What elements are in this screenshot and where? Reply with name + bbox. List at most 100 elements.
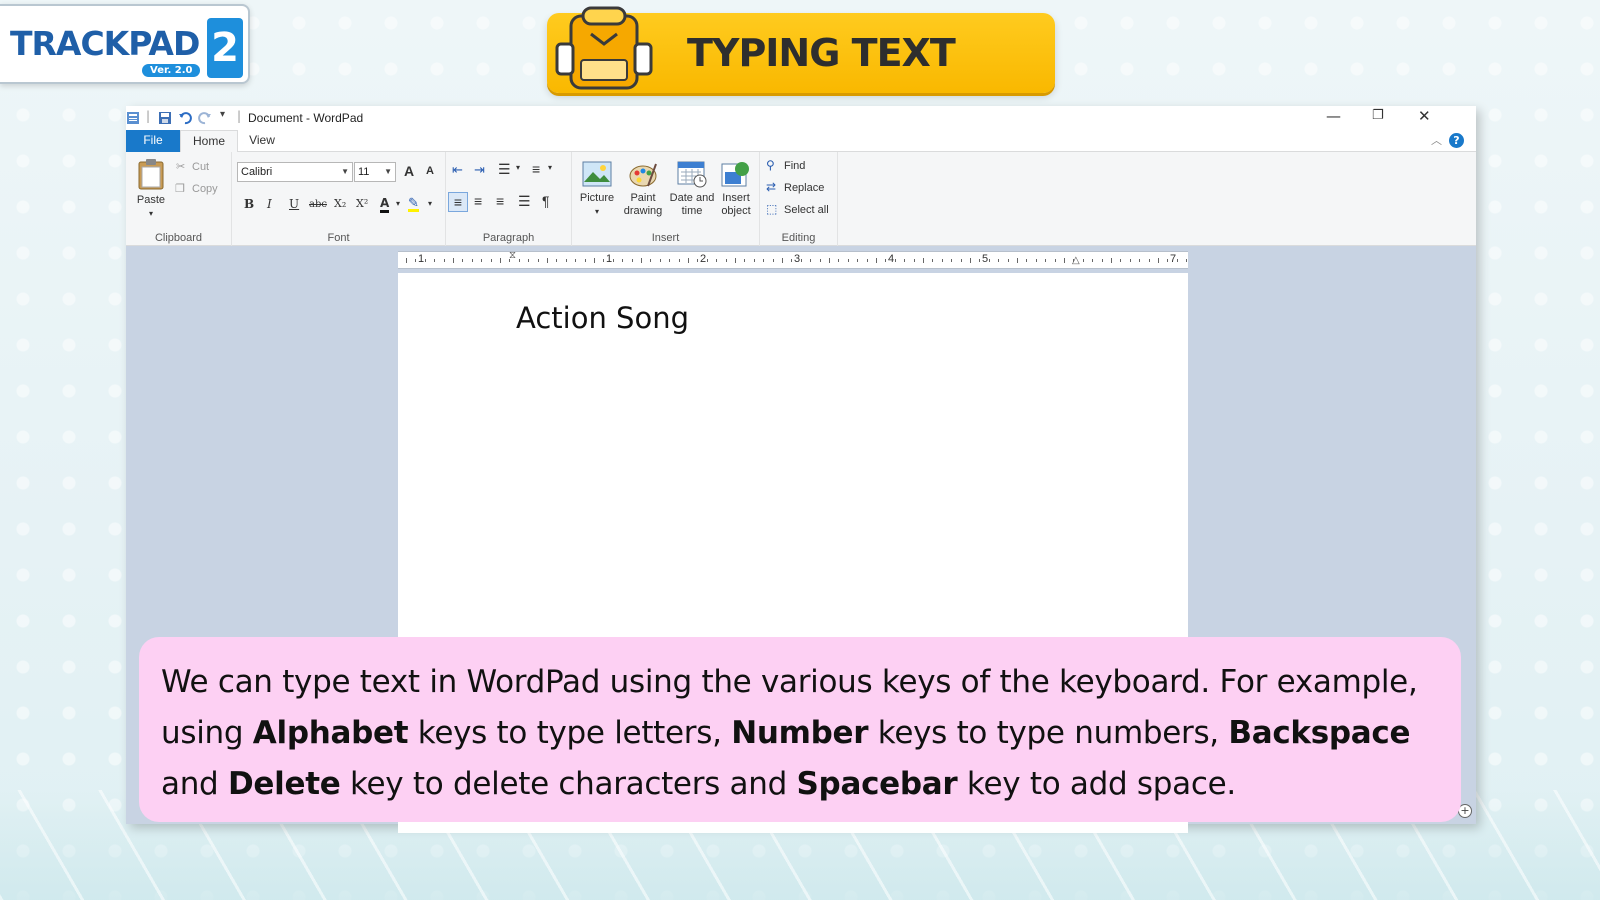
ruler-tick — [913, 259, 915, 262]
ruler-tick — [584, 259, 586, 262]
date-time-label-1: Date and — [669, 192, 715, 204]
font-size-select[interactable]: 11 ▼ — [354, 162, 396, 182]
bullets-dropdown-icon[interactable]: ▾ — [516, 163, 520, 172]
paragraph-settings-icon[interactable]: ¶ — [542, 193, 550, 209]
minimize-button[interactable]: — — [1326, 107, 1341, 125]
logo-version: Ver. 2.0 — [142, 64, 201, 77]
bold-button[interactable]: B — [244, 197, 254, 211]
ruler-tick — [904, 259, 906, 262]
customize-qa-icon[interactable]: ▾ — [220, 109, 225, 120]
replace-icon[interactable]: ⇄ — [766, 180, 776, 194]
ruler-tick — [424, 259, 426, 262]
tab-view[interactable]: View — [240, 130, 284, 152]
caption-bold-number: Number — [731, 715, 869, 751]
date-time-button[interactable]: Date and time — [668, 160, 716, 218]
ruler-tick — [1017, 258, 1018, 263]
replace-button[interactable]: Replace — [784, 182, 824, 194]
copy-icon[interactable]: ❐ — [175, 182, 185, 195]
justify-icon[interactable]: ☰ — [518, 193, 531, 210]
ruler-tick — [847, 259, 849, 262]
undo-icon[interactable] — [178, 111, 192, 125]
paint-drawing-button[interactable]: Paint drawing — [620, 160, 666, 218]
align-right-icon[interactable]: ≡ — [496, 193, 504, 209]
collapse-ribbon-icon[interactable]: ︿ — [1431, 132, 1442, 148]
tab-home[interactable]: Home — [180, 130, 238, 152]
insert-group: Picture ▾ Paint drawing Date and time In… — [572, 152, 760, 246]
underline-button[interactable]: U — [289, 197, 299, 211]
cut-icon[interactable]: ✂ — [176, 160, 185, 173]
ruler-tick — [509, 259, 511, 262]
logo-text: TRACKPAD — [10, 24, 200, 63]
ruler-tick — [829, 258, 830, 263]
ruler-tick — [735, 258, 736, 263]
increase-indent-icon[interactable]: ⇥ — [474, 162, 485, 178]
qa-separator: | — [146, 109, 151, 123]
text-color-dropdown-icon[interactable]: ▾ — [396, 199, 400, 208]
paragraph-group-label: Paragraph — [482, 232, 535, 244]
document-text[interactable]: Action Song — [516, 301, 689, 335]
text-color-button[interactable]: A — [380, 197, 390, 213]
ruler-tick — [932, 259, 934, 262]
paint-drawing-label-1: Paint — [630, 192, 656, 204]
font-family-select[interactable]: Calibri ▼ — [237, 162, 353, 182]
paste-dropdown-icon[interactable]: ▾ — [134, 207, 168, 220]
align-left-icon[interactable]: ≡ — [448, 192, 468, 212]
copy-label[interactable]: Copy — [192, 183, 218, 195]
strikethrough-button[interactable]: abc — [309, 199, 327, 210]
highlight-dropdown-icon[interactable]: ▾ — [428, 199, 432, 208]
ruler-tick — [659, 259, 661, 262]
close-button[interactable]: ✕ — [1418, 107, 1431, 125]
wordpad-app-icon[interactable] — [126, 111, 140, 125]
italic-button[interactable]: I — [267, 197, 272, 211]
ruler-tick — [1045, 259, 1047, 262]
ruler-tick — [1007, 259, 1009, 262]
find-icon[interactable]: ⚲ — [766, 158, 775, 172]
select-all-icon[interactable]: ⬚ — [766, 202, 777, 216]
insert-object-label-2: object — [721, 205, 751, 217]
ruler-number: 5 — [982, 253, 989, 265]
line-spacing-dropdown-icon[interactable]: ▾ — [548, 163, 552, 172]
font-size-value: 11 — [358, 166, 370, 178]
ruler-tick — [565, 259, 567, 262]
ribbon-tabs: File Home View ︿ ? — [126, 130, 1476, 152]
picture-button[interactable]: Picture ▾ — [576, 160, 618, 218]
ruler-tick — [1120, 259, 1122, 262]
calendar-clock-icon — [677, 161, 707, 188]
ruler-tick — [998, 259, 1000, 262]
ruler-tick — [415, 259, 417, 262]
ruler-tick — [960, 259, 962, 262]
bullets-icon[interactable]: ☰ — [498, 161, 511, 178]
find-button[interactable]: Find — [784, 160, 805, 172]
decrease-indent-icon[interactable]: ⇤ — [452, 162, 463, 178]
help-icon[interactable]: ? — [1449, 133, 1464, 148]
ruler-tick — [1092, 259, 1094, 262]
insert-object-button[interactable]: Insert object — [716, 160, 756, 218]
subscript-button[interactable]: X₂ — [334, 197, 346, 210]
grow-font-button[interactable]: A — [404, 163, 414, 179]
ruler-tick — [481, 259, 483, 262]
restore-button[interactable]: ❐ — [1372, 108, 1384, 123]
ruler-tick — [810, 259, 812, 262]
ruler-tick — [406, 258, 407, 263]
select-all-button[interactable]: Select all — [784, 204, 829, 216]
insert-group-label: Insert — [651, 232, 680, 244]
ruler-tick — [1129, 259, 1131, 262]
shrink-font-button[interactable]: A — [426, 165, 434, 177]
paste-button[interactable]: Paste ▾ — [134, 158, 168, 220]
ruler-tick — [885, 259, 887, 262]
ruler-tick — [782, 258, 783, 263]
logo-number: 2 — [207, 18, 243, 78]
align-center-icon[interactable]: ≡ — [474, 193, 482, 209]
horizontal-ruler[interactable]: 1 1 2 3 4 5 7 ⧖ △ — [398, 250, 1188, 269]
superscript-button[interactable]: X² — [356, 197, 368, 210]
highlight-icon[interactable]: ✎ — [408, 196, 419, 212]
ruler-number: 1 — [606, 253, 613, 265]
save-icon[interactable] — [158, 111, 172, 125]
tab-file[interactable]: File — [126, 130, 180, 152]
line-spacing-icon[interactable]: ≡ — [532, 161, 540, 177]
cut-label[interactable]: Cut — [192, 161, 209, 173]
ruler-tick — [453, 258, 454, 263]
picture-dropdown-icon[interactable]: ▾ — [576, 205, 618, 218]
ruler-tick — [1148, 259, 1150, 262]
redo-icon[interactable] — [198, 111, 212, 125]
